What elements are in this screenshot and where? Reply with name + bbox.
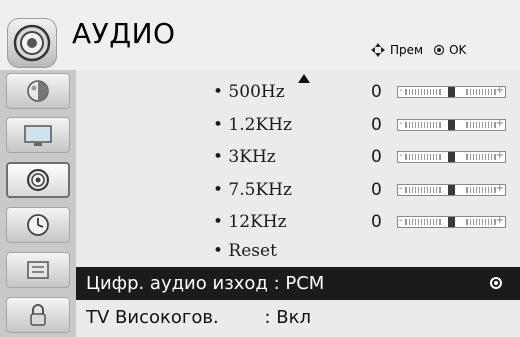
eq-band-label: • 7.5KHz [213, 180, 292, 200]
audio-settings-panel: • 500Hz 0 - + • 1.2KHz 0 - + • 3KHz 0 - … [76, 70, 520, 337]
sidebar [0, 70, 76, 337]
ok-button-icon [433, 44, 445, 56]
lock-icon [30, 304, 46, 326]
audio-icon [27, 169, 49, 191]
speaker-icon [7, 18, 57, 68]
eq-band-label: • 1.2KHz [213, 115, 292, 135]
eq-band-label: • 12KHz [213, 212, 287, 232]
eq-reset-item[interactable]: • Reset [213, 241, 277, 261]
option-label: TV Високогов. : Вкл [86, 307, 311, 328]
eq-band-label: • 3KHz [213, 147, 276, 167]
plus-icon: + [495, 150, 504, 161]
eq-band-row[interactable]: • 12KHz 0 - + [76, 208, 520, 238]
eq-band-slider[interactable]: - + [397, 215, 506, 228]
hint-move-label: Прем [390, 43, 424, 57]
eq-band-value: 0 [371, 82, 382, 102]
selected-radio-icon [490, 277, 502, 289]
slider-knob[interactable] [448, 87, 455, 97]
slider-knob[interactable] [448, 152, 455, 162]
move-arrows-icon [371, 43, 385, 57]
eq-band-row[interactable]: • 500Hz 0 - + [76, 78, 520, 108]
eq-band-value: 0 [371, 180, 382, 200]
slider-track-left [405, 219, 441, 225]
slider-knob[interactable] [448, 217, 455, 227]
slider-track-left [405, 122, 441, 128]
menu-header: АУДИО Прем OK [0, 0, 520, 70]
plus-icon: + [495, 118, 504, 129]
options-icon [27, 261, 49, 279]
plus-icon: + [495, 85, 504, 96]
slider-track-left [405, 89, 441, 95]
eq-band-value: 0 [371, 212, 382, 232]
eq-band-label: • 500Hz [213, 82, 285, 102]
audio-menu-screen: АУДИО Прем OK • 500Hz 0 - + • 1.2KHz 0 -… [0, 0, 520, 337]
picture-icon [27, 80, 49, 102]
minus-icon: - [399, 150, 403, 161]
sidebar-item-picture[interactable] [6, 73, 70, 109]
slider-track-right [466, 154, 496, 160]
eq-band-row[interactable]: • 7.5KHz 0 - + [76, 176, 520, 206]
eq-band-row[interactable]: • 3KHz 0 - + [76, 143, 520, 173]
sidebar-item-time[interactable] [6, 207, 70, 243]
eq-band-value: 0 [371, 115, 382, 135]
minus-icon: - [399, 85, 403, 96]
plus-icon: + [495, 183, 504, 194]
page-title: АУДИО [72, 17, 176, 50]
minus-icon: - [399, 183, 403, 194]
slider-track-right [466, 89, 496, 95]
eq-band-slider[interactable]: - + [397, 150, 506, 163]
option-label: Цифр. аудио изход : PCM [86, 273, 325, 294]
eq-band-value: 0 [371, 147, 382, 167]
eq-band-slider[interactable]: - + [397, 118, 506, 131]
slider-track-left [405, 187, 441, 193]
minus-icon: - [399, 118, 403, 129]
sidebar-item-options[interactable] [6, 252, 70, 288]
slider-track-right [466, 187, 496, 193]
hint-ok-label: OK [449, 43, 467, 57]
minus-icon: - [399, 215, 403, 226]
slider-knob[interactable] [448, 185, 455, 195]
plus-icon: + [495, 215, 504, 226]
tv-speaker-option[interactable]: TV Високогов. : Вкл [76, 301, 520, 334]
sidebar-item-screen[interactable] [6, 117, 70, 153]
time-icon [27, 214, 49, 236]
sidebar-item-lock[interactable] [6, 297, 70, 333]
sidebar-item-audio[interactable] [6, 162, 70, 198]
eq-band-row[interactable]: • 1.2KHz 0 - + [76, 111, 520, 141]
eq-band-slider[interactable]: - + [397, 85, 506, 98]
digital-audio-out-option[interactable]: Цифр. аудио изход : PCM [76, 267, 520, 300]
slider-track-right [466, 219, 496, 225]
slider-knob[interactable] [448, 120, 455, 130]
slider-track-right [466, 122, 496, 128]
slider-track-left [405, 154, 441, 160]
eq-band-slider[interactable]: - + [397, 183, 506, 196]
navigation-hint: Прем OK [370, 42, 466, 58]
screen-icon [24, 125, 52, 146]
